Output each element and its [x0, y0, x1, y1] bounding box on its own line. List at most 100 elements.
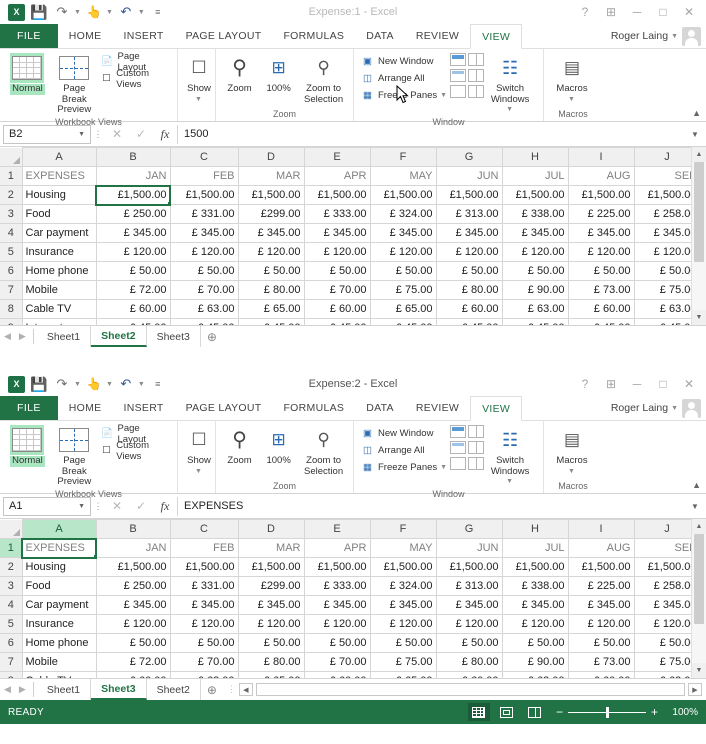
undo-dropdown-icon-2[interactable]: ▼: [138, 381, 145, 388]
cell-G6-w1[interactable]: £ 50.00: [436, 262, 502, 281]
cell-H9-w1[interactable]: £ 45.00: [502, 319, 568, 326]
maximize-icon-2[interactable]: □: [650, 373, 676, 395]
cell-C3-w1[interactable]: £ 331.00: [170, 205, 238, 224]
cell-B5-w1[interactable]: £ 120.00: [96, 243, 170, 262]
row-header-6-w1[interactable]: 6: [0, 262, 22, 281]
customize-qat-icon[interactable]: ≡: [148, 2, 168, 22]
minimize-icon-1[interactable]: ─: [624, 1, 650, 23]
new-window-button-2[interactable]: ▣ New Window: [358, 425, 450, 442]
row-header-8-w1[interactable]: 8: [0, 300, 22, 319]
normal-view-button-2[interactable]: Normal: [4, 423, 51, 467]
touch-dropdown-icon[interactable]: ▼: [106, 9, 113, 16]
zoom-button-2[interactable]: ⚲ Zoom: [220, 423, 259, 467]
cell-D8-w2[interactable]: £ 65.00: [238, 672, 304, 679]
add-sheet-icon-1[interactable]: ⊕: [201, 326, 223, 347]
show-dropdown-icon-1[interactable]: ▼: [195, 95, 202, 106]
touch-dropdown-icon-2[interactable]: ▼: [106, 381, 113, 388]
sheet-tab-sheet1-w1[interactable]: Sheet1: [37, 326, 91, 347]
expand-formula-bar-icon-1[interactable]: ▼: [687, 130, 703, 139]
cell-I7-w1[interactable]: £ 73.00: [568, 281, 634, 300]
cell-E2-w1[interactable]: £1,500.00: [304, 186, 370, 205]
row-header-2-w2[interactable]: 2: [0, 558, 22, 577]
synchronous-scrolling-icon-2[interactable]: [468, 441, 484, 454]
tab-file-2[interactable]: FILE: [0, 396, 58, 420]
cell-E8-w1[interactable]: £ 60.00: [304, 300, 370, 319]
redo-dropdown-icon[interactable]: ▼: [74, 9, 81, 16]
cell-G5-w2[interactable]: £ 120.00: [436, 615, 502, 634]
cell-E9-w1[interactable]: £ 45.00: [304, 319, 370, 326]
cell-C5-w2[interactable]: £ 120.00: [170, 615, 238, 634]
cell-B6-w1[interactable]: £ 50.00: [96, 262, 170, 281]
cell-H7-w1[interactable]: £ 90.00: [502, 281, 568, 300]
undo-icon[interactable]: ↶: [116, 2, 136, 22]
cell-E6-w2[interactable]: £ 50.00: [304, 634, 370, 653]
zoom-to-selection-button-1[interactable]: ⚲ Zoom to Selection: [298, 51, 349, 105]
cell-E4-w2[interactable]: £ 345.00: [304, 596, 370, 615]
arrange-all-button-1[interactable]: ◫ Arrange All: [358, 70, 450, 87]
zoom-100-button-2[interactable]: ⊞ 100%: [259, 423, 298, 467]
cell-C4-w1[interactable]: £ 345.00: [170, 224, 238, 243]
cell-H3-w1[interactable]: £ 338.00: [502, 205, 568, 224]
scroll-down-icon-2[interactable]: ▼: [692, 663, 706, 678]
scroll-up-icon-1[interactable]: ▲: [692, 147, 706, 162]
cell-B3-w2[interactable]: £ 250.00: [96, 577, 170, 596]
collapse-ribbon-icon-1[interactable]: ▲: [692, 108, 701, 118]
col-header-A-1[interactable]: A: [22, 148, 96, 167]
zoom-100-button-1[interactable]: ⊞ 100%: [259, 51, 298, 95]
tab-view-2[interactable]: VIEW: [470, 396, 522, 421]
cell-C8-w2[interactable]: £ 63.00: [170, 672, 238, 679]
cell-E5-w2[interactable]: £ 120.00: [304, 615, 370, 634]
cell-E7-w1[interactable]: £ 70.00: [304, 281, 370, 300]
confirm-entry-icon-2[interactable]: ✓: [129, 499, 153, 513]
cell-D4-w1[interactable]: £ 345.00: [238, 224, 304, 243]
cell-F4-w2[interactable]: £ 345.00: [370, 596, 436, 615]
cell-F1-w1[interactable]: MAY: [370, 167, 436, 186]
cell-H6-w2[interactable]: £ 50.00: [502, 634, 568, 653]
new-window-button-1[interactable]: ▣ New Window: [358, 53, 450, 70]
freeze-panes-dropdown-icon-2[interactable]: ▼: [440, 464, 447, 471]
cell-A9-w1[interactable]: Internet: [22, 319, 96, 326]
customize-qat-icon-2[interactable]: ≡: [148, 374, 168, 394]
maximize-icon-1[interactable]: □: [650, 1, 676, 23]
cell-C1-w1[interactable]: FEB: [170, 167, 238, 186]
cell-C6-w2[interactable]: £ 50.00: [170, 634, 238, 653]
ribbon-display-options-icon-1[interactable]: ⊞: [598, 1, 624, 23]
switch-windows-dropdown-icon-1[interactable]: ▼: [506, 105, 513, 116]
cell-B3-w1[interactable]: £ 250.00: [96, 205, 170, 224]
hscroll-grip-icon-2[interactable]: ⋮: [227, 684, 236, 695]
col-header-G-2[interactable]: G: [436, 520, 502, 539]
zoom-to-selection-button-2[interactable]: ⚲ Zoom to Selection: [298, 423, 349, 477]
cell-I3-w1[interactable]: £ 225.00: [568, 205, 634, 224]
freeze-panes-button-2[interactable]: ▦ Freeze Panes ▼: [358, 459, 450, 476]
col-header-C-1[interactable]: C: [170, 148, 238, 167]
tab-insert-1[interactable]: INSERT: [112, 24, 174, 48]
cell-F8-w2[interactable]: £ 65.00: [370, 672, 436, 679]
cell-F1-w2[interactable]: MAY: [370, 539, 436, 558]
row-header-8-w2[interactable]: 8: [0, 672, 22, 679]
cancel-entry-icon-1[interactable]: ✕: [105, 127, 129, 141]
cell-H4-w1[interactable]: £ 345.00: [502, 224, 568, 243]
name-box-dropdown-icon-2[interactable]: ▼: [78, 503, 85, 510]
cell-F7-w1[interactable]: £ 75.00: [370, 281, 436, 300]
cell-A6-w2[interactable]: Home phone: [22, 634, 96, 653]
user-dropdown-icon-1[interactable]: ▼: [671, 33, 678, 40]
zoom-slider-track[interactable]: [568, 712, 646, 713]
cell-E6-w1[interactable]: £ 50.00: [304, 262, 370, 281]
col-header-D-1[interactable]: D: [238, 148, 304, 167]
cell-F3-w1[interactable]: £ 324.00: [370, 205, 436, 224]
cell-D8-w1[interactable]: £ 65.00: [238, 300, 304, 319]
page-layout-status-button[interactable]: [496, 703, 518, 721]
cell-B9-w1[interactable]: £ 45.00: [96, 319, 170, 326]
cell-C8-w1[interactable]: £ 63.00: [170, 300, 238, 319]
cell-F2-w1[interactable]: £1,500.00: [370, 186, 436, 205]
row-header-7-w1[interactable]: 7: [0, 281, 22, 300]
cell-H5-w1[interactable]: £ 120.00: [502, 243, 568, 262]
row-header-6-w2[interactable]: 6: [0, 634, 22, 653]
insert-function-icon-2[interactable]: fx: [153, 499, 177, 514]
cell-I1-w2[interactable]: AUG: [568, 539, 634, 558]
tab-formulas-2[interactable]: FORMULAS: [272, 396, 355, 420]
cell-D4-w2[interactable]: £ 345.00: [238, 596, 304, 615]
sheet-nav-prev-icon-1[interactable]: ◀: [4, 331, 11, 342]
cell-E3-w1[interactable]: £ 333.00: [304, 205, 370, 224]
cell-B7-w1[interactable]: £ 72.00: [96, 281, 170, 300]
